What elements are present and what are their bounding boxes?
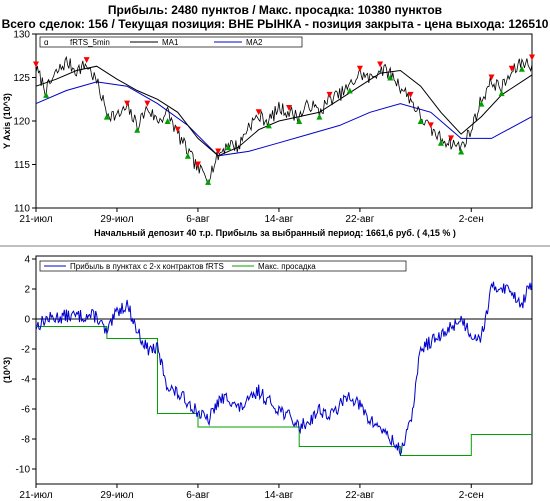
y-tick-label: 115	[14, 160, 30, 171]
y-tick-label: -8	[21, 435, 30, 446]
x-tick-label: 2-сен	[459, 490, 484, 501]
legend-label-0: fRTS_5min	[70, 38, 110, 47]
y-tick-label: -2	[21, 345, 30, 356]
x-tick-label: 21-июл	[19, 214, 52, 225]
y-tick-label: -6	[21, 405, 30, 416]
profit-legend: Прибыль в пунктах с 2-х контрактов fRTS М…	[39, 260, 407, 272]
legend-label-1: MA1	[162, 38, 179, 47]
y-tick-label: 4	[24, 255, 30, 266]
x-tick-label: 6-авг	[186, 214, 210, 225]
profit-chart: 4 2 0 -2 -4 -6 -8 -10 (10^3) 21-июл 29-июл 6-авг 14-…	[2, 255, 533, 501]
legend-label-2: MA2	[246, 38, 263, 47]
x-tick-label: 22-авг	[345, 490, 374, 501]
chart-caption: Начальный депозит 40 т.р. Прибыль за выб…	[94, 228, 456, 238]
price-chart: 110 115 120 125 130 Y Axis (10^3) 21-июл 29-июл…	[0, 30, 550, 247]
x-tick-label: 14-авг	[264, 490, 293, 501]
x-tick-label: 29-июл	[100, 214, 133, 225]
charts-canvas: 110 115 120 125 130 Y Axis (10^3) 21-июл 29-июл…	[0, 30, 550, 501]
y-tick-label: -4	[21, 375, 30, 386]
x-tick-label: 21-июл	[19, 490, 52, 501]
x-tick-label: 6-авг	[186, 490, 210, 501]
strategy-report: Прибыль: 2480 пунктов / Макс. просадка: …	[0, 0, 550, 501]
y-tick-label: 125	[13, 73, 30, 84]
y-tick-label: 130	[13, 30, 30, 41]
x-tick-label: 14-авг	[264, 214, 293, 225]
plot-frame	[35, 255, 533, 485]
y-tick-label: 120	[13, 117, 30, 128]
y-tick-label: -10	[16, 465, 31, 476]
legend-label-1: Макс. просадка	[258, 262, 316, 271]
x-tick-label: 2-сен	[459, 214, 484, 225]
price-legend: ɑ fRTS_5min MA1 MA2	[39, 36, 303, 48]
x-tick-label: 29-июл	[100, 490, 133, 501]
y-tick-label: 0	[24, 315, 30, 326]
x-tick-label: 22-авг	[345, 214, 374, 225]
y-axis-title: Y Axis (10^3)	[2, 93, 12, 149]
y-tick-label: 110	[14, 204, 30, 215]
legend-marker-icon: ɑ	[44, 38, 48, 47]
y-tick-label: 2	[24, 285, 30, 296]
y-axis-title: (10^3)	[2, 357, 12, 383]
legend-label-0: Прибыль в пунктах с 2-х контрактов fRTS	[70, 262, 224, 271]
